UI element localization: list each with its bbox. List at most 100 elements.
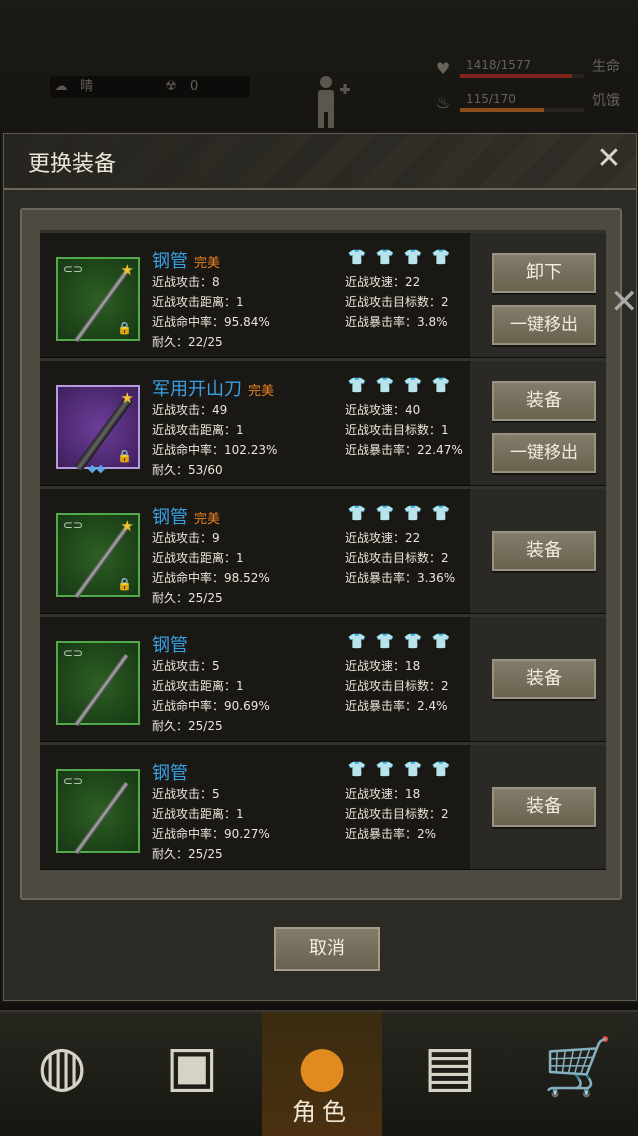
melee-attack: 近战攻击：5 [152, 787, 220, 801]
item-name-text: 钢管 [152, 635, 188, 656]
star-icon: ★ [120, 261, 134, 279]
machete-thumbnail[interactable]: ★ 🔒 ◆◆ [56, 385, 140, 475]
melee-targets: 近战攻击目标数：2 [345, 295, 449, 309]
link-icon: ⊂⊃ [63, 774, 84, 788]
armor-slots: 👕 👕 👕 👕 [346, 503, 458, 522]
durability: 耐久：25/25 [152, 719, 223, 733]
radio-icon: ▤ [423, 1034, 477, 1099]
durability: 耐久：53/60 [152, 463, 223, 477]
list-item: ⊂⊃ 钢管 👕 👕 👕 👕 近战攻击：5 近战攻击距离：1 近战命中率：90.27% … [40, 742, 606, 870]
melee-range: 近战攻击距离：1 [152, 295, 244, 309]
melee-targets: 近战攻击目标数：1 [345, 423, 449, 437]
equip-button[interactable]: 装备 [492, 531, 596, 571]
backpack-icon: ▣ [165, 1034, 219, 1099]
melee-crit-rate: 近战暴击率：3.8% [345, 315, 448, 329]
armor-slots: 👕 👕 👕 👕 [346, 247, 458, 266]
melee-hit-rate: 近战命中率：90.27% [152, 827, 270, 841]
melee-hit-rate: 近战命中率：95.84% [152, 315, 270, 329]
melee-hit-rate: 近战命中率：102.23% [152, 443, 278, 457]
shirt-icon: 👕 [347, 248, 367, 266]
move-out-button[interactable]: 一键移出 [492, 433, 596, 473]
list-item: ⊂⊃ 钢管 👕 👕 👕 👕 近战攻击：5 近战攻击距离：1 近战命中率：90.69% … [40, 614, 606, 742]
star-icon: ★ [120, 517, 134, 535]
melee-crit-rate: 近战暴击率：22.47% [345, 443, 463, 457]
steel-pipe-thumbnail[interactable]: ⊂⊃ [56, 641, 140, 727]
steel-pipe-thumbnail[interactable]: ⊂⊃ ★ 🔒 [56, 257, 140, 343]
shirt-icon: 👕 [431, 248, 451, 266]
weapon-image [74, 781, 129, 855]
item-name: 钢管 完美 [152, 247, 220, 273]
melee-attack: 近战攻击：8 [152, 275, 220, 289]
item-name-text: 军用开山刀 [152, 379, 242, 400]
melee-range: 近战攻击距离：1 [152, 551, 244, 565]
globe-icon: ◍ [37, 1034, 87, 1099]
melee-speed: 近战攻速：18 [345, 787, 421, 801]
melee-targets: 近战攻击目标数：2 [345, 807, 449, 821]
item-quality: 完美 [248, 384, 275, 399]
link-icon: ⊂⊃ [63, 262, 84, 276]
nav-world[interactable]: ◍ [2, 1012, 122, 1136]
change-equipment-modal: 更换装备 ✕ ⊂⊃ ★ 🔒 钢管 完美 👕 👕 👕 👕 近战攻击：8 近战攻击距离：1 [3, 133, 637, 1001]
melee-speed: 近战攻速：18 [345, 659, 421, 673]
steel-pipe-thumbnail[interactable]: ⊂⊃ [56, 769, 140, 855]
item-quality: 完美 [194, 256, 221, 271]
move-out-button[interactable]: 一键移出 [492, 305, 596, 345]
item-name-text: 钢管 [152, 507, 188, 528]
melee-attack: 近战攻击：49 [152, 403, 228, 417]
shirt-icon: 👕 [347, 632, 367, 650]
unequip-button[interactable]: 卸下 [492, 253, 596, 293]
item-name: 钢管 [152, 631, 188, 657]
cancel-button[interactable]: 取消 [274, 927, 380, 971]
melee-targets: 近战攻击目标数：2 [345, 551, 449, 565]
melee-crit-rate: 近战暴击率：2% [345, 827, 437, 841]
melee-crit-rate: 近战暴击率：2.4% [345, 699, 448, 713]
lock-icon: 🔒 [117, 449, 132, 463]
item-name-text: 钢管 [152, 763, 188, 784]
armor-slots: 👕 👕 👕 👕 [346, 631, 458, 650]
shirt-icon: 👕 [403, 760, 423, 778]
durability: 耐久：25/25 [152, 591, 223, 605]
equipment-list-frame: ⊂⊃ ★ 🔒 钢管 完美 👕 👕 👕 👕 近战攻击：8 近战攻击距离：1 近战命中率：9… [20, 208, 622, 900]
item-name: 钢管 [152, 759, 188, 785]
equip-button[interactable]: 装备 [492, 381, 596, 421]
equipment-list[interactable]: ⊂⊃ ★ 🔒 钢管 完美 👕 👕 👕 👕 近战攻击：8 近战攻击距离：1 近战命中率：9… [40, 230, 606, 870]
melee-speed: 近战攻速：40 [345, 403, 421, 417]
melee-range: 近战攻击距离：1 [152, 679, 244, 693]
nav-shop[interactable]: 🛒 [518, 1012, 638, 1136]
item-quality: 完美 [194, 512, 221, 527]
steel-pipe-thumbnail[interactable]: ⊂⊃ ★ 🔒 [56, 513, 140, 599]
equip-button[interactable]: 装备 [492, 659, 596, 699]
gem-icons: ◆◆ [88, 462, 105, 475]
durability: 耐久：22/25 [152, 335, 223, 349]
link-icon: ⊂⊃ [63, 518, 84, 532]
melee-attack: 近战攻击：9 [152, 531, 220, 545]
shirt-icon: 👕 [375, 504, 395, 522]
list-item: ⊂⊃ ★ 🔒 钢管 完美 👕 👕 👕 👕 近战攻击：9 近战攻击距离：1 近战命中率：9… [40, 486, 606, 614]
star-icon: ★ [120, 389, 134, 407]
melee-targets: 近战攻击目标数：2 [345, 679, 449, 693]
list-item: ⊂⊃ ★ 🔒 钢管 完美 👕 👕 👕 👕 近战攻击：8 近战攻击距离：1 近战命中率：9… [40, 230, 606, 358]
nav-backpack[interactable]: ▣ [132, 1012, 252, 1136]
melee-speed: 近战攻速：22 [345, 275, 421, 289]
head-icon: ● [297, 1034, 347, 1099]
weapon-image [74, 653, 129, 727]
modal-header: 更换装备 ✕ [4, 134, 636, 190]
shirt-icon: 👕 [375, 376, 395, 394]
armor-slots: 👕 👕 👕 👕 [346, 759, 458, 778]
shirt-icon: 👕 [431, 376, 451, 394]
nav-radio[interactable]: ▤ [390, 1012, 510, 1136]
nav-character[interactable]: ● 角色 [262, 1012, 382, 1136]
shirt-icon: 👕 [431, 760, 451, 778]
melee-range: 近战攻击距离：1 [152, 423, 244, 437]
lock-icon: 🔒 [117, 577, 132, 591]
melee-range: 近战攻击距离：1 [152, 807, 244, 821]
melee-crit-rate: 近战暴击率：3.36% [345, 571, 456, 585]
equip-button[interactable]: 装备 [492, 787, 596, 827]
shirt-icon: 👕 [375, 248, 395, 266]
list-item: ★ 🔒 ◆◆ 军用开山刀 完美 👕 👕 👕 👕 近战攻击：49 近战攻击距离：1 近战命… [40, 358, 606, 486]
durability: 耐久：25/25 [152, 847, 223, 861]
shirt-icon: 👕 [431, 504, 451, 522]
close-icon[interactable]: ✕ [592, 142, 626, 176]
item-name-text: 钢管 [152, 251, 188, 272]
shirt-icon: 👕 [375, 760, 395, 778]
